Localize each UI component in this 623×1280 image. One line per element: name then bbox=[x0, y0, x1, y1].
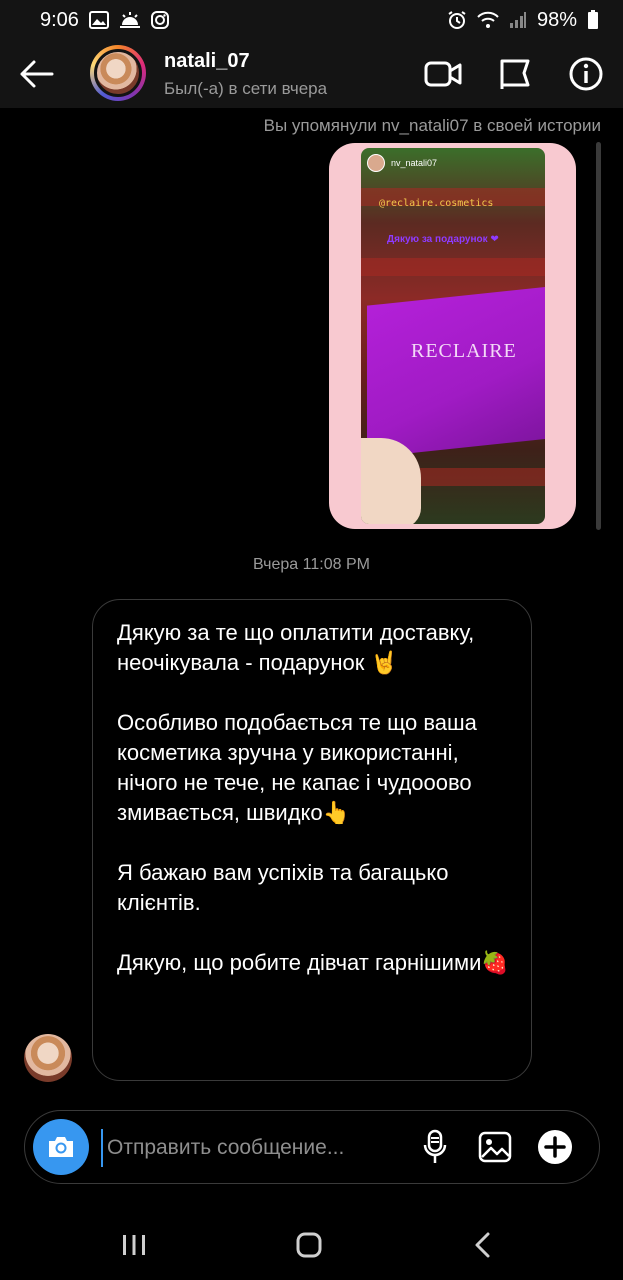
nav-back-button[interactable] bbox=[463, 1228, 503, 1262]
story-brand-text: RECLAIRE bbox=[411, 340, 517, 362]
story-mention-note: Вы упомянули nv_natali07 в своей истории bbox=[263, 116, 601, 135]
message-timestamp: Вчера 11:08 PM bbox=[253, 556, 370, 573]
gallery-button[interactable] bbox=[477, 1129, 513, 1165]
microphone-icon bbox=[423, 1129, 447, 1163]
gallery-icon bbox=[88, 11, 109, 29]
chevron-left-icon bbox=[475, 1232, 490, 1258]
home-icon bbox=[296, 1232, 322, 1258]
wifi-icon bbox=[477, 11, 499, 29]
chat-header: natali_07 Был(-а) в сети вчера bbox=[0, 40, 623, 108]
avatar[interactable] bbox=[90, 45, 146, 101]
product-box bbox=[367, 286, 545, 458]
plus-icon bbox=[538, 1130, 572, 1164]
story-user-avatar bbox=[367, 154, 385, 172]
weather-icon bbox=[119, 11, 141, 29]
back-arrow-icon bbox=[20, 60, 54, 88]
image-icon bbox=[478, 1131, 512, 1163]
sender-avatar[interactable] bbox=[24, 1034, 72, 1082]
video-call-icon bbox=[424, 61, 462, 87]
recents-icon bbox=[123, 1235, 145, 1255]
status-right: 98% bbox=[447, 9, 599, 32]
home-button[interactable] bbox=[289, 1228, 329, 1262]
system-nav-bar bbox=[0, 1210, 623, 1280]
story-image[interactable]: RECLAIRE nv_natali07 @reclaire.cosmetics… bbox=[361, 148, 545, 524]
status-bar: 9:06 98% bbox=[0, 0, 623, 40]
story-reply-card[interactable]: RECLAIRE nv_natali07 @reclaire.cosmetics… bbox=[329, 143, 576, 529]
back-button[interactable] bbox=[16, 54, 56, 94]
video-call-button[interactable] bbox=[423, 54, 463, 94]
instagram-icon bbox=[150, 11, 169, 29]
more-actions-button[interactable] bbox=[537, 1129, 573, 1165]
message-input[interactable] bbox=[101, 1129, 409, 1167]
scrollbar[interactable] bbox=[596, 142, 601, 530]
recents-button[interactable] bbox=[114, 1228, 154, 1262]
story-mention-sticker: @reclaire.cosmetics bbox=[379, 198, 494, 209]
battery-percent: 98% bbox=[536, 8, 577, 31]
avatar-image bbox=[94, 49, 142, 97]
username[interactable]: natali_07 bbox=[164, 50, 250, 73]
camera-button[interactable] bbox=[33, 1119, 89, 1175]
message-paragraph: Дякую за те що оплатити доставку, неочік… bbox=[117, 620, 475, 675]
message-composer bbox=[24, 1110, 600, 1184]
alarm-icon bbox=[447, 10, 467, 30]
flag-icon bbox=[500, 59, 530, 89]
status-left: 9:06 bbox=[40, 9, 169, 32]
status-time: 9:06 bbox=[40, 8, 79, 31]
story-caption: Дякую за подарунок ❤ bbox=[387, 234, 499, 245]
user-status: Был(-а) в сети вчера bbox=[164, 79, 328, 98]
story-user-name: nv_natali07 bbox=[391, 158, 438, 168]
message-paragraph: Я бажаю вам успіхів та багацько клієнтів… bbox=[117, 860, 449, 915]
message-paragraph: Особливо подобається те що ваша косметик… bbox=[117, 710, 477, 825]
message-paragraph: Дякую, що робите дівчат гарнішими🍓 bbox=[117, 950, 509, 975]
message-bubble[interactable]: Дякую за те що оплатити доставку, неочік… bbox=[92, 599, 532, 1081]
voice-button[interactable] bbox=[417, 1129, 453, 1165]
info-button[interactable] bbox=[566, 54, 606, 94]
signal-icon bbox=[509, 11, 527, 29]
battery-icon bbox=[587, 10, 599, 30]
camera-icon bbox=[49, 1137, 73, 1157]
report-button[interactable] bbox=[495, 54, 535, 94]
bench-plank bbox=[361, 258, 545, 276]
info-icon bbox=[569, 57, 603, 91]
story-user: nv_natali07 bbox=[367, 154, 437, 172]
